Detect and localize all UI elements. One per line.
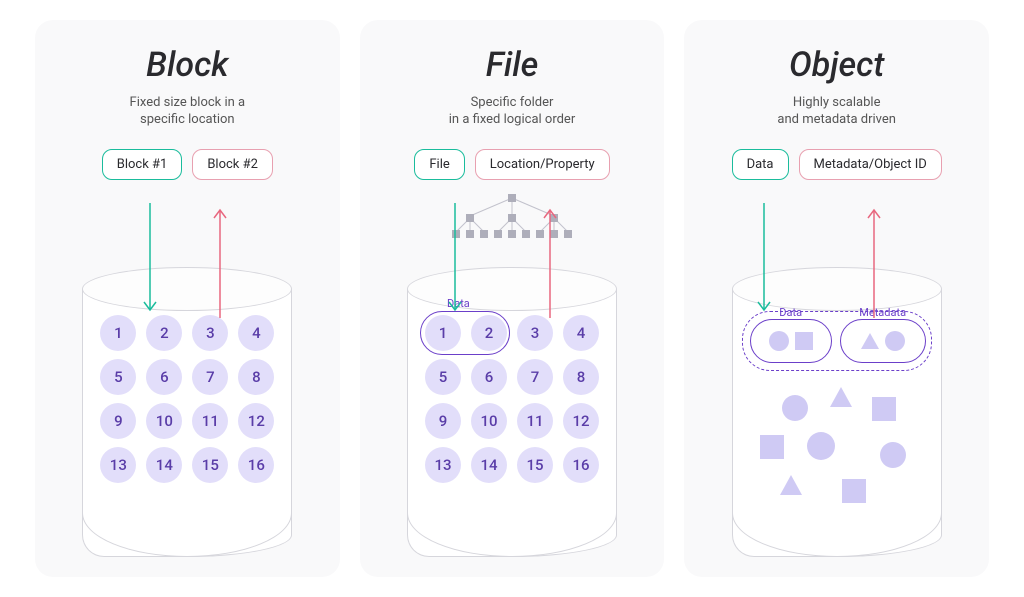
panel-title-block: Block (146, 45, 228, 85)
file-tree-icon (432, 190, 592, 240)
storage-cell: 10 (471, 403, 507, 439)
object-shapes-scatter (752, 387, 922, 537)
storage-cell: 6 (471, 359, 507, 395)
tag-object-metadata: Metadata/Object ID (799, 149, 942, 180)
storage-cell: 16 (563, 447, 599, 483)
storage-cell: 8 (238, 359, 274, 395)
storage-cell: 5 (100, 359, 136, 395)
storage-cell: 13 (425, 447, 461, 483)
storage-cell: 14 (146, 447, 182, 483)
storage-cell: 2 (146, 315, 182, 351)
storage-cell: 1 (425, 315, 461, 351)
storage-cell: 14 (471, 447, 507, 483)
panel-block: Block Fixed size block in a specific loc… (35, 20, 340, 577)
tags-file: File Location/Property (375, 149, 650, 180)
storage-cell: 9 (100, 403, 136, 439)
tag-file: File (414, 149, 464, 180)
storage-cell: 7 (517, 359, 553, 395)
panel-title-object: Object (789, 45, 884, 85)
panel-subtitle-file: Specific folder in a fixed logical order (449, 95, 575, 129)
storage-types-diagram: Block Fixed size block in a specific loc… (0, 0, 1024, 597)
panel-object: Object Highly scalable and metadata driv… (684, 20, 989, 577)
cylinder-object: Data Metadata (732, 267, 942, 557)
storage-cell: 4 (563, 315, 599, 351)
tag-file-location: Location/Property (475, 149, 610, 180)
storage-cell: 13 (100, 447, 136, 483)
panel-file: File Specific folder in a fixed logical … (360, 20, 665, 577)
storage-cell: 2 (471, 315, 507, 351)
storage-cell: 12 (563, 403, 599, 439)
tag-block-2: Block #2 (192, 149, 273, 180)
storage-cell: 1 (100, 315, 136, 351)
object-data-capsule: Data (750, 319, 832, 363)
storage-cell: 7 (192, 359, 228, 395)
storage-cell: 8 (563, 359, 599, 395)
panel-title-file: File (486, 45, 539, 85)
storage-cell: 4 (238, 315, 274, 351)
storage-cell: 9 (425, 403, 461, 439)
tag-block-1: Block #1 (102, 149, 183, 180)
storage-cell: 15 (517, 447, 553, 483)
storage-cell: 10 (146, 403, 182, 439)
tag-object-data: Data (732, 149, 789, 180)
file-cells-grid: 12345678910111213141516 (425, 315, 601, 483)
storage-cell: 5 (425, 359, 461, 395)
storage-cell: 6 (146, 359, 182, 395)
cylinder-block: 12345678910111213141516 (82, 267, 292, 557)
storage-cell: 15 (192, 447, 228, 483)
storage-cell: 3 (192, 315, 228, 351)
block-cells-grid: 12345678910111213141516 (100, 315, 276, 483)
storage-cell: 11 (192, 403, 228, 439)
cylinder-file: Data 12345678910111213141516 (407, 267, 617, 557)
storage-cell: 12 (238, 403, 274, 439)
panel-subtitle-block: Fixed size block in a specific location (130, 95, 246, 129)
object-metadata-capsule: Metadata (840, 319, 926, 363)
file-data-label: Data (447, 297, 470, 310)
tags-object: Data Metadata/Object ID (699, 149, 974, 180)
storage-cell: 3 (517, 315, 553, 351)
storage-cell: 16 (238, 447, 274, 483)
tags-block: Block #1 Block #2 (50, 149, 325, 180)
storage-cell: 11 (517, 403, 553, 439)
panel-subtitle-object: Highly scalable and metadata driven (777, 95, 896, 129)
